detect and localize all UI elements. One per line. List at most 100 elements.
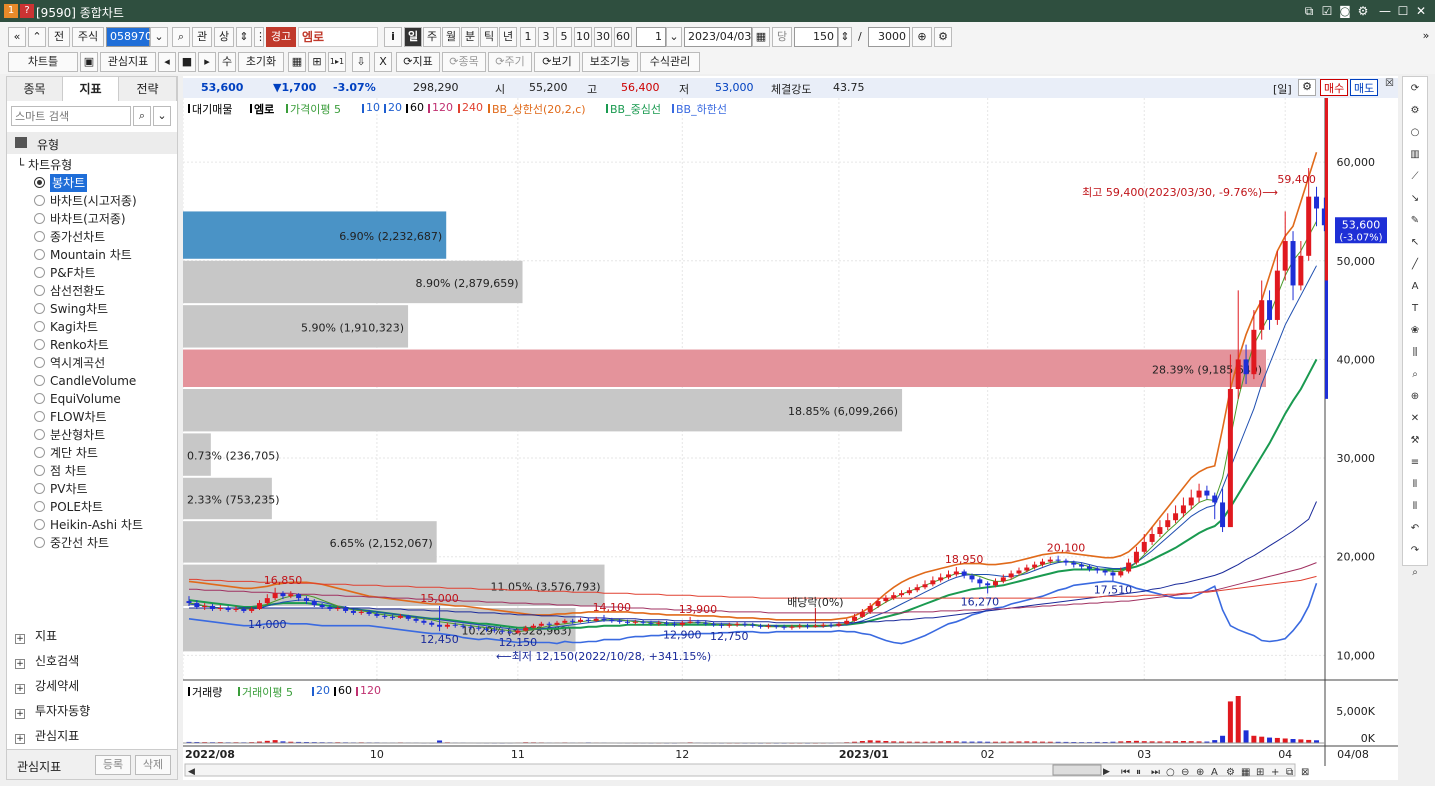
updown-stepper[interactable]: ⇕ [236, 27, 252, 47]
prev-button[interactable]: ⌃ [28, 27, 46, 47]
radio-3[interactable] [34, 249, 45, 260]
code-dropdown-icon[interactable]: ⌄ [150, 27, 168, 47]
radio-12[interactable] [34, 411, 45, 422]
interval-input[interactable]: 1 [636, 27, 666, 47]
section-0[interactable]: + 지표 [15, 625, 57, 647]
minimize-button[interactable]: — [1376, 2, 1394, 20]
period-tab-5[interactable]: 년 [499, 27, 517, 47]
zoom-icon[interactable]: ⊕ [1403, 387, 1427, 407]
chart-type-candle[interactable]: 봉차트 [50, 174, 88, 192]
stock-button[interactable]: ⟳종목 [442, 52, 486, 72]
cycle-button[interactable]: ⟳주기 [488, 52, 532, 72]
chart-type-item[interactable]: POLE차트 [50, 498, 103, 516]
radio-11[interactable] [34, 393, 45, 404]
chart-control-icon[interactable]: ⊖ [1181, 767, 1189, 778]
section-3[interactable]: + 투자자동향 [15, 700, 90, 722]
undo-icon[interactable]: ↶ [1403, 519, 1427, 539]
chart-control-icon[interactable]: ⊕ [1196, 767, 1204, 778]
chart-control-icon[interactable]: ○ [1166, 767, 1175, 778]
stop-icon[interactable]: ■ [178, 52, 196, 72]
link-icon[interactable]: ⧉ [1300, 2, 1318, 20]
bars-icon[interactable]: ⫴ [1403, 497, 1427, 517]
period-tab-2[interactable]: 월 [442, 27, 460, 47]
tab-stock[interactable]: 종목 [7, 77, 63, 101]
settings-icon[interactable]: ⚙ [1403, 101, 1427, 121]
section-2[interactable]: + 강세약세 [15, 675, 79, 697]
chart-control-icon[interactable]: ⏮ [1121, 767, 1130, 778]
minute-tab-4[interactable]: 30 [594, 27, 612, 47]
minute-tab-0[interactable]: 1 [520, 27, 536, 47]
chart-type-item[interactable]: Swing차트 [50, 300, 108, 318]
save-icon[interactable]: ▣ [80, 52, 98, 72]
chart-control-icon[interactable]: ⏸ [1136, 767, 1141, 778]
layout-icon[interactable]: ⊞ [308, 52, 326, 72]
maximize-button[interactable]: ☐ [1394, 2, 1412, 20]
gwan-button[interactable]: 관 [192, 27, 212, 47]
chart-type-item[interactable]: 종가선차트 [50, 228, 105, 246]
group-header[interactable]: 유형 [7, 132, 177, 154]
diagonal-icon[interactable]: ╱ [1403, 255, 1427, 275]
redo-icon[interactable]: ↷ [1403, 541, 1427, 561]
radio-10[interactable] [34, 375, 45, 386]
radio-15[interactable] [34, 465, 45, 476]
minute-tab-3[interactable]: 10 [574, 27, 592, 47]
period-tab-4[interactable]: 틱 [480, 27, 498, 47]
market-select[interactable]: 주식 [72, 27, 104, 47]
shovel-icon[interactable]: ⚒ [1403, 431, 1427, 451]
total-input[interactable]: 3000 [868, 27, 910, 47]
radio-16[interactable] [34, 483, 45, 494]
sang-button[interactable]: 상 [214, 27, 234, 47]
calendar-icon[interactable]: ▦ [752, 27, 770, 47]
radio-1[interactable] [34, 213, 45, 224]
zoom-icon[interactable]: ⊕ [912, 27, 932, 47]
tab-indicator[interactable]: 지표 [63, 77, 119, 101]
radio-9[interactable] [34, 357, 45, 368]
pen-icon[interactable]: ✎ [1403, 211, 1427, 231]
chart-type-item[interactable]: 역시계곡선 [50, 354, 105, 372]
interval-dropdown-icon[interactable]: ⌄ [666, 27, 682, 47]
close-pane-icon[interactable]: ☒ [1385, 78, 1394, 89]
search-input[interactable] [11, 106, 131, 126]
search-icon[interactable]: ⌕ [1403, 563, 1427, 583]
bar-chart-icon[interactable]: ▥ [1403, 145, 1427, 165]
radio-19[interactable] [34, 537, 45, 548]
radio-0[interactable] [34, 195, 45, 206]
chart-type-item[interactable]: Renko차트 [50, 336, 109, 354]
pin-icon[interactable]: ⇩ [352, 52, 370, 72]
info-button[interactable]: i [384, 27, 402, 47]
pillars-icon[interactable]: ⦀ [1403, 475, 1427, 495]
chart-type-item[interactable]: 바차트(고저종) [50, 210, 126, 228]
radio-13[interactable] [34, 429, 45, 440]
code-input[interactable]: 058970 [106, 27, 152, 47]
scroll-right-icon[interactable]: ▶ [1103, 767, 1110, 777]
chart-type-item[interactable]: 삼선전환도 [50, 282, 105, 300]
chart-canvas[interactable]: 6.90% (2,232,687) 8.90% (2,879,659) 5.90% … [183, 98, 1398, 780]
radio-17[interactable] [34, 501, 45, 512]
chart-type-item[interactable]: Kagi차트 [50, 318, 98, 336]
section-1[interactable]: + 신호검색 [15, 650, 79, 672]
chart-type-item[interactable]: 계단 차트 [50, 444, 98, 462]
grid-icon[interactable]: ▦ [288, 52, 306, 72]
radio-5[interactable] [34, 285, 45, 296]
paint-icon[interactable]: ❀ [1403, 321, 1427, 341]
chart-settings-icon[interactable]: ⚙ [1298, 79, 1316, 96]
chart-control-icon[interactable]: ⊠ [1301, 767, 1309, 778]
gear-icon[interactable]: ⚙ [934, 27, 952, 47]
prev-icon[interactable]: ◂ [158, 52, 176, 72]
sell-button[interactable]: 매도 [1350, 79, 1379, 96]
chart-type-item[interactable]: EquiVolume [50, 390, 121, 408]
collapse-icon[interactable]: ⌄ [153, 106, 171, 126]
search-icon[interactable]: ⌕ [172, 27, 190, 47]
section-4[interactable]: + 관심지표 [15, 725, 79, 747]
line-tool-icon[interactable]: ↘ [1403, 189, 1427, 209]
chart-type-item[interactable]: Heikin-Ashi 차트 [50, 516, 143, 534]
radio-2[interactable] [34, 231, 45, 242]
minute-tab-5[interactable]: 60 [614, 27, 632, 47]
chart-type-item[interactable]: Mountain 차트 [50, 246, 132, 264]
chart-type-item[interactable]: FLOW차트 [50, 408, 107, 426]
minute-tab-1[interactable]: 3 [538, 27, 554, 47]
radio-selected[interactable] [34, 177, 45, 188]
edit-icon[interactable]: ☑ [1318, 2, 1336, 20]
search-icon[interactable]: ⌕ [133, 106, 151, 126]
date-input[interactable]: 2023/04/03 [684, 27, 752, 47]
